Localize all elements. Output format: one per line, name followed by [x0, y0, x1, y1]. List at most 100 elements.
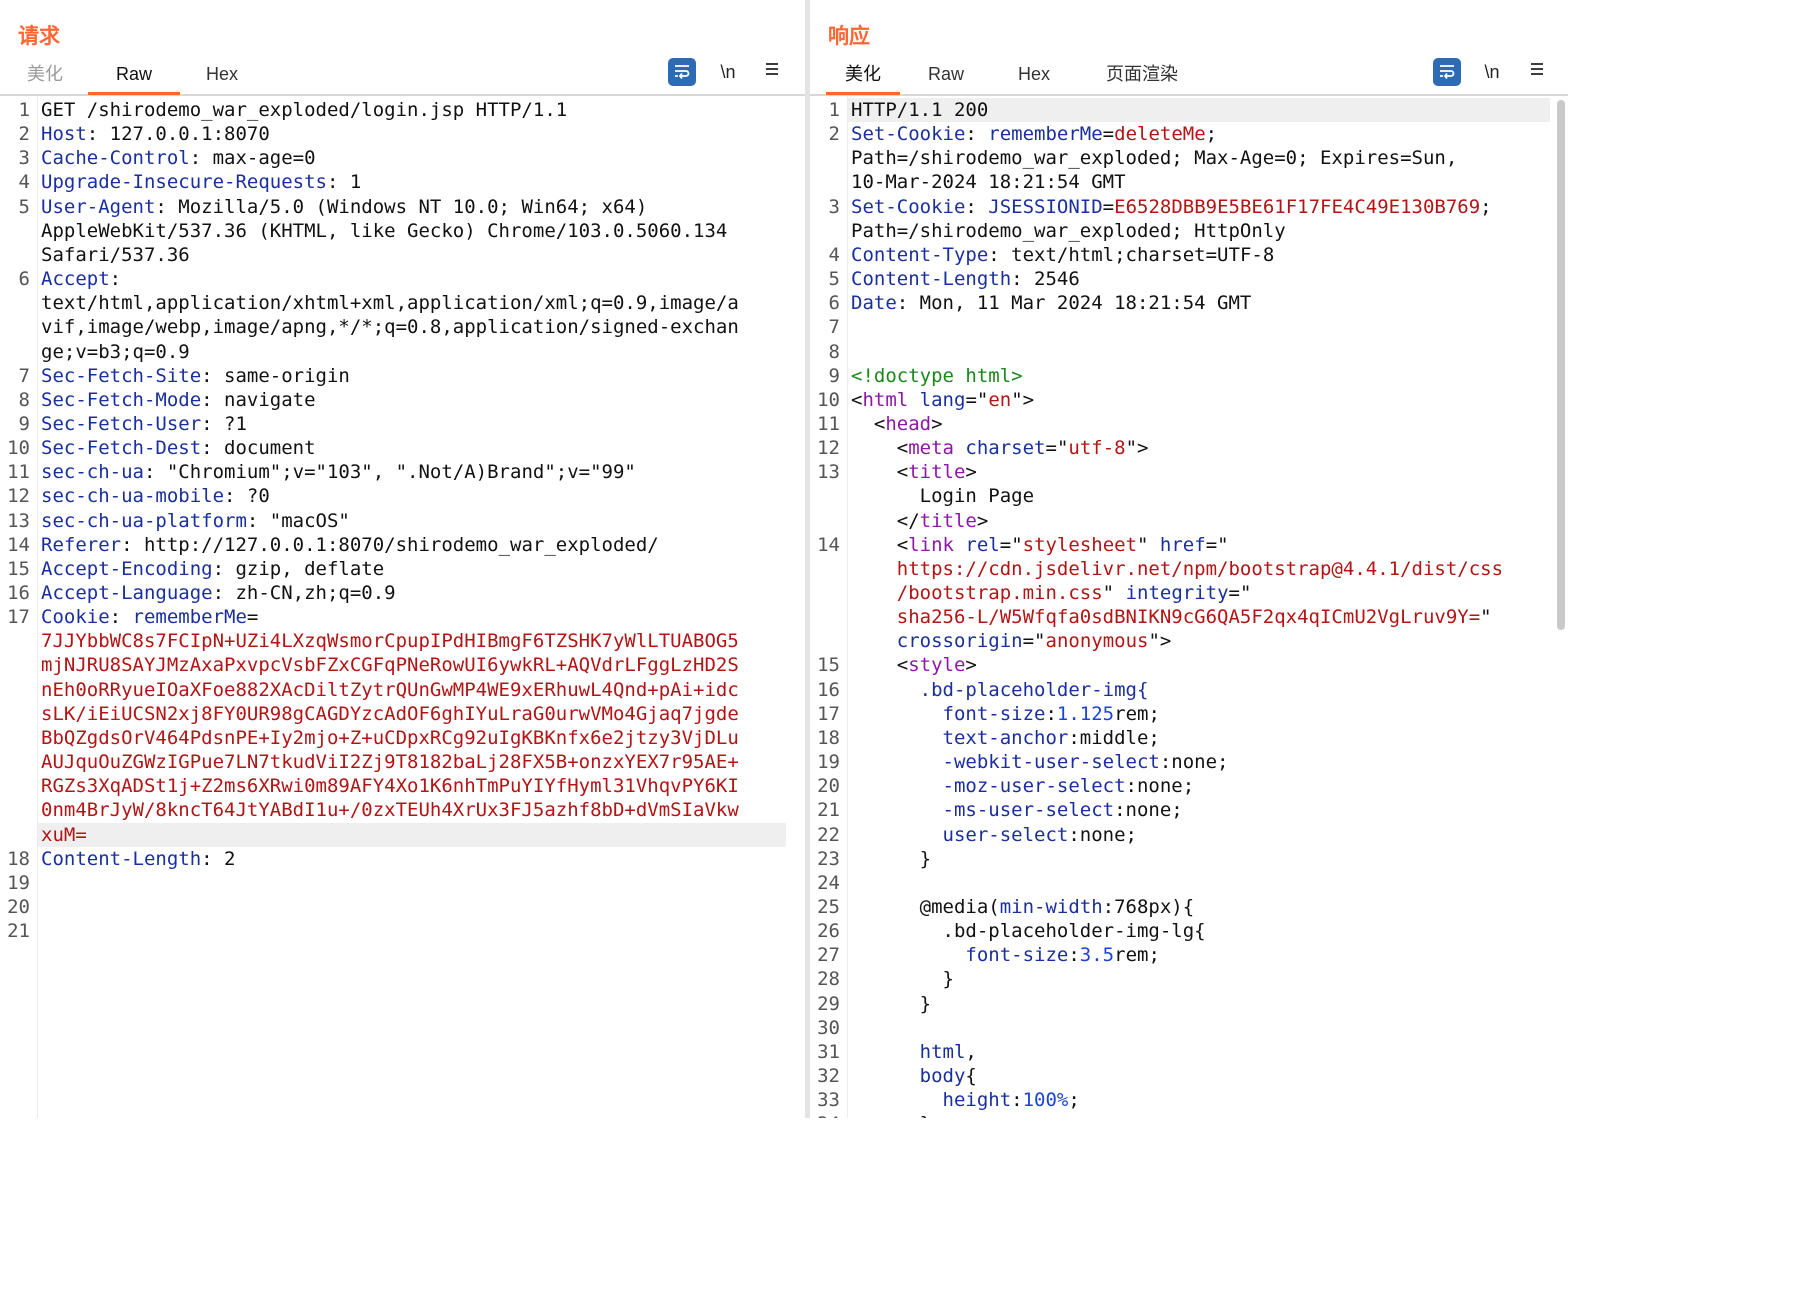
code-token: -ms-user-select — [942, 799, 1115, 822]
code-token: < — [851, 388, 863, 411]
code-token: : — [109, 268, 122, 291]
request-pane: 请求 美化 Raw Hex \n 1 GET /shirodemo_war_exp… — [0, 0, 805, 1118]
code-token: } — [851, 1113, 931, 1118]
code-line: <meta charset="utf-8"> — [851, 436, 1149, 460]
code-line: } — [851, 967, 954, 991]
code-token: rel — [965, 533, 1000, 556]
line-number: 4 — [828, 243, 840, 266]
tab-hex[interactable]: Hex — [1008, 58, 1060, 92]
code-line: Sec-Fetch-User: ?1 — [41, 412, 247, 436]
line-number: 10 — [7, 437, 30, 460]
code-token: " — [1102, 582, 1126, 604]
code-token: rememberMe — [988, 123, 1103, 146]
code-token: : — [1011, 1089, 1023, 1112]
line-number: 11 — [817, 412, 840, 435]
line-number: 34 — [810, 1112, 840, 1118]
code-line: HTTP/1.1 200 — [851, 98, 988, 122]
code-token: < — [851, 533, 909, 556]
code-token: " — [1137, 533, 1160, 556]
code-token: ; — [1480, 195, 1492, 218]
code-token: rem; — [1114, 702, 1160, 725]
code-token: } — [851, 968, 954, 991]
line-number: 26 — [817, 920, 840, 943]
tab-raw[interactable]: Raw — [88, 58, 180, 95]
code-token: =" — [999, 533, 1023, 556]
line-number: 15 — [817, 654, 840, 677]
code-line: sha256-L/W5Wfqfa0sdBNIKN9cG6QA5F2qx4qICm… — [851, 605, 1492, 629]
code-line: } — [851, 1112, 931, 1118]
code-token: integrity — [1125, 582, 1229, 604]
code-token: ; — [1068, 1089, 1080, 1112]
code-token: RGZs3XqADSt1j+Z2ms6XRwi0m89AFY4Xo1K6nhTm… — [41, 775, 739, 798]
word-wrap-icon[interactable] — [668, 58, 696, 86]
code-token: Content-Type — [851, 243, 989, 266]
hamburger-menu-icon[interactable] — [1523, 58, 1551, 86]
vertical-scrollbar[interactable] — [1557, 100, 1565, 630]
code-token: html — [851, 1040, 966, 1063]
code-line: Safari/537.36 — [41, 243, 190, 267]
hamburger-menu-icon[interactable] — [758, 58, 786, 86]
code-line: GET /shirodemo_war_exploded/login.jsp HT… — [41, 98, 567, 122]
code-token: Safari/537.36 — [41, 243, 190, 266]
code-line: Cache-Control: max-age=0 — [41, 146, 316, 170]
response-pane: 响应 美化 Raw Hex 页面渲染 \n 1 HTTP/1.1 200 2 Set-… — [810, 0, 1568, 1118]
code-token: = — [246, 606, 259, 629]
code-line: 0nm4BrJyW/8kncT64JtYABdI1u+/0zxTEUh4XrUx… — [41, 798, 739, 822]
code-token: -webkit-user-select — [942, 751, 1160, 774]
code-token: : text/html;charset=UTF-8 — [988, 243, 1275, 266]
code-token: .bd-placeholder-img-lg{ — [851, 920, 1206, 943]
code-token: "> — [1125, 437, 1149, 460]
code-token: :768px){ — [1102, 895, 1195, 918]
code-token: : — [1045, 702, 1057, 725]
code-token: .bd-placeholder-img{ — [851, 678, 1149, 701]
code-token: GET /shirodemo_war_exploded/login.jsp HT… — [41, 99, 568, 121]
tab-render[interactable]: 页面渲染 — [1096, 58, 1188, 92]
code-token: anonymous — [1045, 630, 1149, 653]
newline-toggle[interactable]: \n — [714, 58, 742, 86]
tab-pretty[interactable]: 美化 — [18, 58, 72, 92]
tab-hex[interactable]: Hex — [196, 58, 248, 92]
code-token: Accept — [41, 268, 110, 291]
word-wrap-icon[interactable] — [1433, 58, 1461, 86]
line-number: 13 — [7, 509, 30, 532]
tab-pretty[interactable]: 美化 — [826, 58, 900, 95]
line-number: 2 — [828, 123, 840, 146]
code-token: JSESSIONID — [988, 195, 1103, 218]
code-line: <title> — [851, 460, 977, 484]
code-token: 3.5 — [1079, 944, 1115, 967]
response-editor[interactable]: 1 HTTP/1.1 200 2 Set-Cookie: rememberMe=del… — [810, 96, 1568, 1118]
code-token: user-select — [942, 823, 1069, 846]
code-token: title — [908, 461, 966, 484]
code-line: Accept-Language: zh-CN,zh;q=0.9 — [41, 581, 396, 605]
code-line: Login Page — [851, 484, 1034, 508]
code-token: xuM= — [41, 823, 87, 846]
line-number: 27 — [817, 944, 840, 967]
code-token: -moz-user-select — [942, 775, 1126, 798]
code-token: = — [1102, 123, 1115, 146]
code-line: text-anchor:middle; — [851, 726, 1160, 750]
code-token: "> — [1011, 388, 1035, 411]
code-token: style — [908, 654, 966, 677]
request-editor[interactable]: 1 GET /shirodemo_war_exploded/login.jsp H… — [0, 96, 805, 1118]
code-line: Referer: http://127.0.0.1:8070/shirodemo… — [41, 533, 659, 557]
line-number: 9 — [18, 412, 30, 435]
code-token: font-size — [942, 702, 1046, 725]
line-number: 20 — [7, 895, 30, 918]
line-number: 31 — [817, 1040, 840, 1063]
code-line: mjNJRU8SAYJMzAxaPxvpcVsbFZxCGFqPNeRowUI6… — [41, 653, 739, 677]
line-number: 18 — [7, 847, 30, 870]
code-line: RGZs3XqADSt1j+Z2ms6XRwi0m89AFY4Xo1K6nhTm… — [41, 774, 739, 798]
code-token: : ?0 — [224, 485, 270, 508]
code-token: Login Page — [851, 485, 1035, 508]
tab-raw[interactable]: Raw — [918, 58, 974, 92]
newline-toggle[interactable]: \n — [1478, 58, 1506, 86]
code-token: Date — [851, 292, 897, 315]
code-token: > — [965, 654, 977, 677]
code-line: crossorigin="anonymous"> — [851, 629, 1172, 653]
line-number: 17 — [7, 606, 30, 629]
code-token: < — [851, 437, 909, 460]
